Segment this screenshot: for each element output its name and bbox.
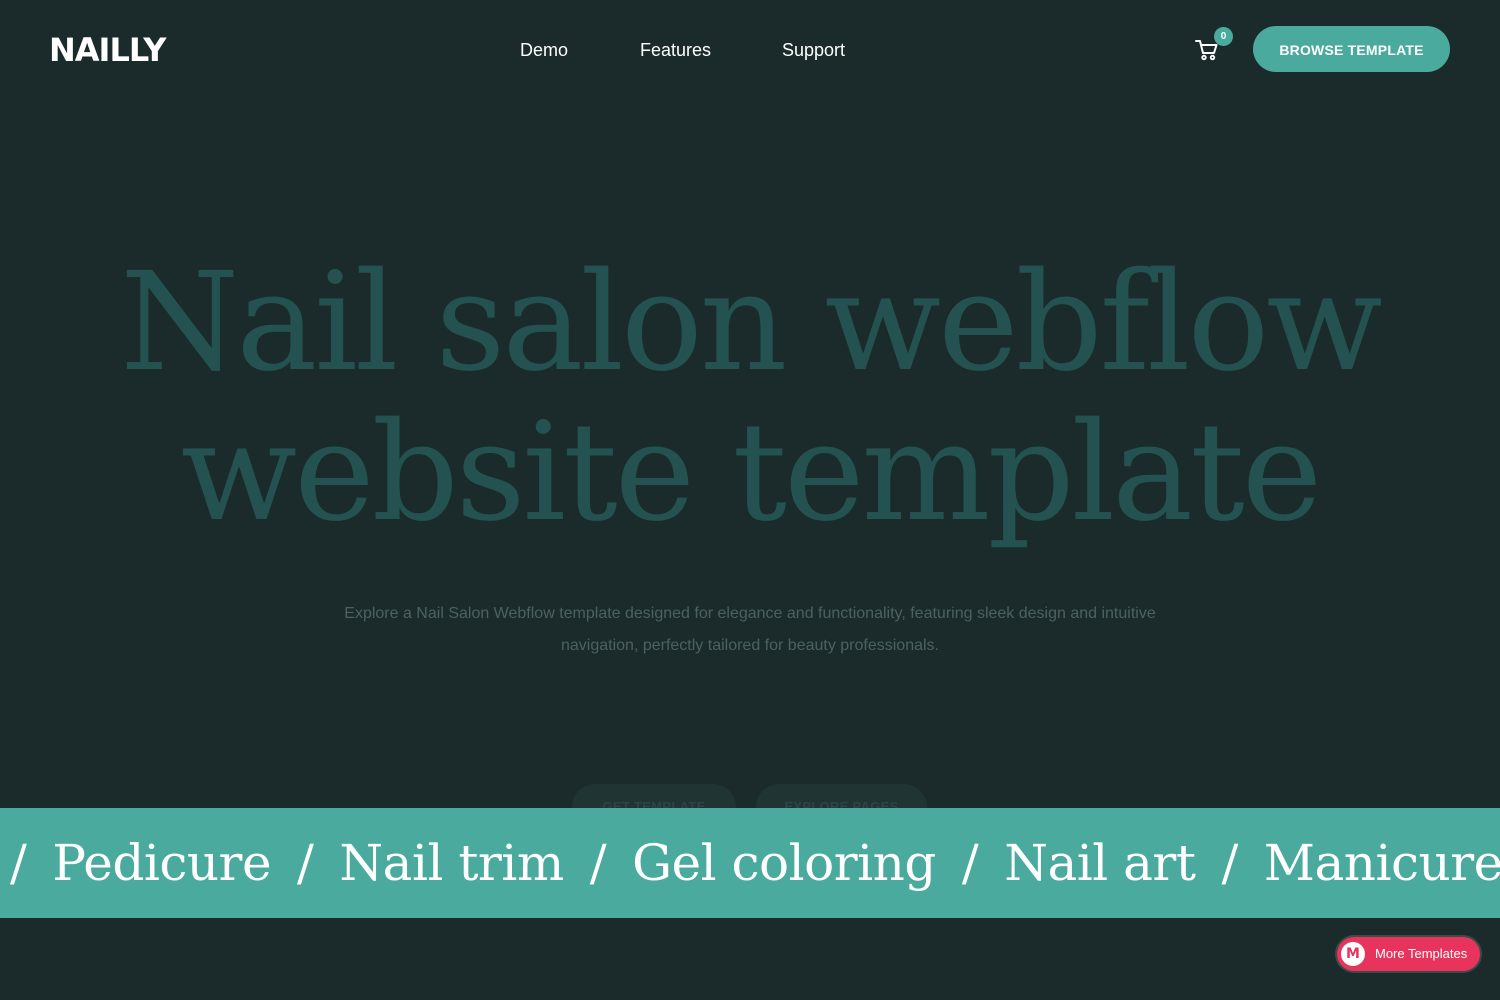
m-logo-icon: M — [1341, 942, 1365, 966]
hero-title-line-1: Nail salon webflow — [120, 244, 1382, 402]
services-marquee: / Pedicure / Nail trim / Gel coloring / Nail ar… — [0, 808, 1500, 918]
nav-link-demo[interactable]: Demo — [520, 36, 568, 64]
hero-title-line-2: website template — [180, 394, 1322, 552]
more-templates-button[interactable]: M More Templates — [1337, 937, 1480, 971]
hero-subtitle: Explore a Nail Salon Webflow template de… — [344, 605, 1156, 654]
marquee-item-nail-art: Nail art — [1004, 834, 1196, 892]
marquee-item-manicure: Manicure — [1263, 834, 1500, 892]
marquee-track: / Pedicure / Nail trim / Gel coloring / Nail ar… — [0, 808, 1500, 918]
marquee-item-pedicure: Pedicure — [52, 834, 272, 892]
marquee-separator: / — [10, 834, 27, 892]
marquee-separator: / — [1221, 834, 1238, 892]
marquee-item-gel-coloring: Gel coloring — [632, 834, 936, 892]
marquee-separator: / — [297, 834, 314, 892]
nav-link-features[interactable]: Features — [640, 36, 711, 64]
browse-template-button[interactable]: BROWSE TEMPLATE — [1253, 26, 1450, 72]
marquee-separator: / — [589, 834, 607, 892]
marquee-item-nail-trim: Nail trim — [339, 834, 564, 892]
marquee-separator: / — [961, 834, 979, 892]
nav-link-support[interactable]: Support — [782, 36, 845, 64]
cart-count-badge: 0 — [1214, 27, 1233, 46]
hero-title: Nail salon webflow website template — [0, 248, 1500, 548]
more-templates-label: More Templates — [1375, 946, 1468, 961]
site-header: NAILLY Demo Features Support 0 BROWSE TE… — [0, 0, 1500, 100]
